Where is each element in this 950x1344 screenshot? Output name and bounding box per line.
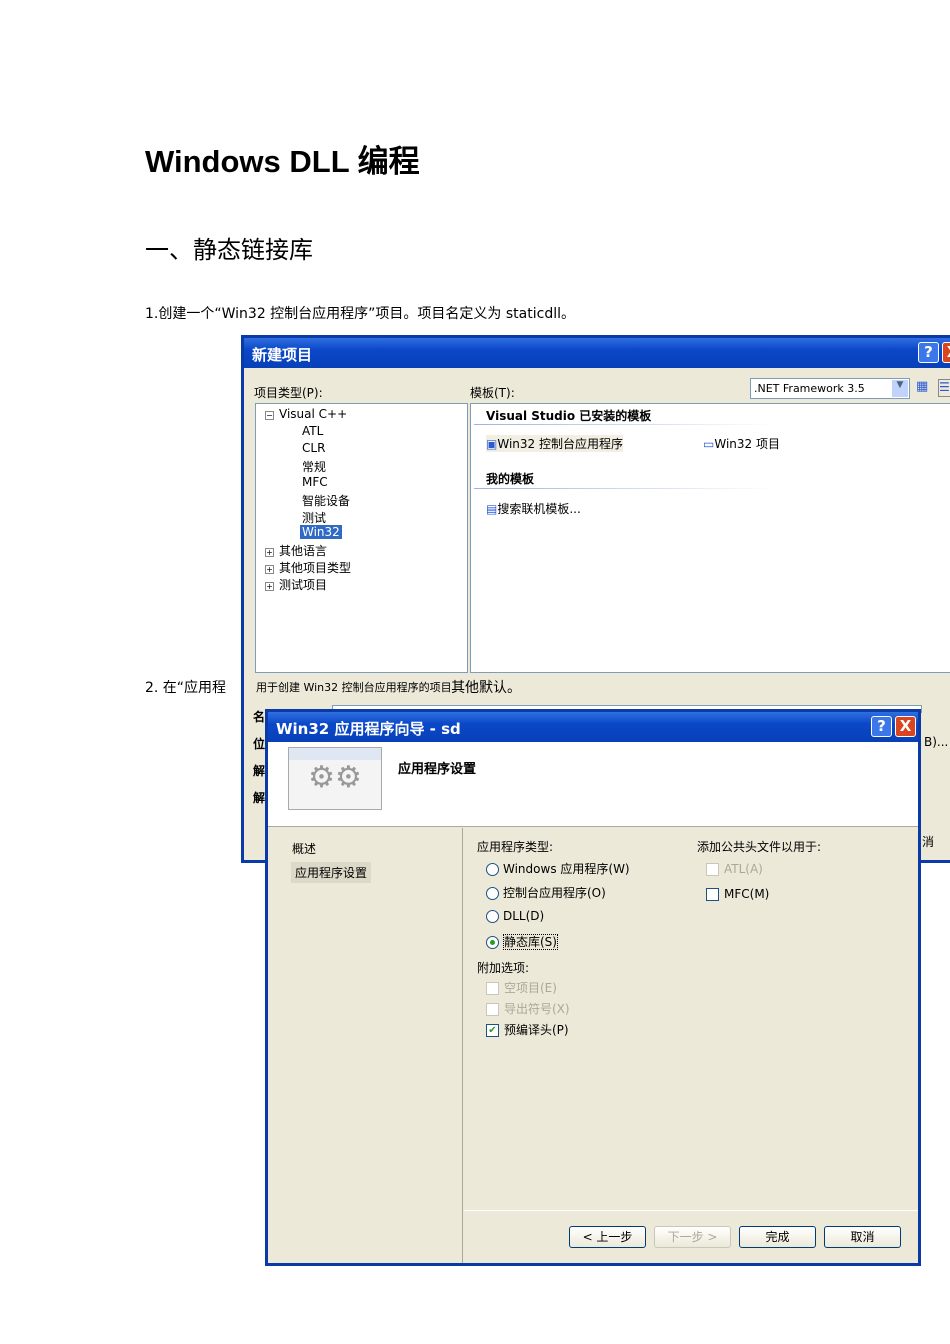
finish-button[interactable]: 完成	[739, 1226, 816, 1248]
console-app-icon: ▣	[486, 437, 498, 451]
divider	[474, 488, 774, 489]
tree-label: Visual C++	[279, 407, 348, 421]
browse-button[interactable]: B)...	[924, 735, 948, 749]
tree-item-selected[interactable]: Win32	[300, 525, 342, 539]
template-win32-project[interactable]: ▭Win32 项目	[703, 435, 780, 452]
templates-panel: Visual Studio 已安装的模板 ▣Win32 控制台应用程序 ▭Win…	[470, 403, 950, 673]
tree-item[interactable]: ATL	[302, 424, 323, 438]
chevron-down-icon: ▼	[892, 380, 908, 397]
search-online-templates[interactable]: ▤搜索联机模板...	[486, 500, 581, 517]
checkbox-label: 空项目(E)	[504, 981, 557, 995]
radio-windows-app[interactable]: Windows 应用程序(W)	[486, 860, 630, 877]
tree-label: 其他语言	[279, 544, 328, 558]
cancel-button[interactable]: 消	[922, 833, 934, 850]
framework-select[interactable]: .NET Framework 3.5 ▼	[750, 378, 910, 399]
dialog-title: Win32 应用程序向导 - sd	[276, 720, 461, 738]
extra-options-label: 附加选项:	[477, 961, 530, 975]
radio-label: 控制台应用程序(O)	[503, 886, 606, 900]
checkbox-label: 导出符号(X)	[504, 1002, 570, 1016]
my-templates-heading: 我的模板	[486, 472, 535, 486]
cancel-button[interactable]: 取消	[824, 1226, 901, 1248]
step-2-start: 2. 在“应用程	[145, 680, 227, 696]
template-label: Win32 控制台应用程序	[497, 437, 623, 451]
expand-icon[interactable]: +	[265, 565, 274, 574]
expand-icon[interactable]: +	[265, 582, 274, 591]
nav-app-settings[interactable]: 应用程序设置	[291, 862, 372, 883]
tree-item[interactable]: 测试	[302, 509, 326, 526]
checkbox-empty-project[interactable]: 空项目(E)	[486, 979, 557, 996]
divider	[474, 424, 774, 425]
checkbox-label: MFC(M)	[724, 887, 770, 901]
radio-static-lib[interactable]: 静态库(S)	[486, 933, 558, 950]
win32-wizard-dialog: Win32 应用程序向导 - sd ? X ⚙⚙ 应用程序设置 概述 应用程序设…	[265, 709, 921, 1266]
section-heading: 一、静态链接库	[145, 236, 313, 264]
check-icon: ✔	[486, 1024, 499, 1037]
framework-value: .NET Framework 3.5	[754, 382, 865, 395]
wizard-header: ⚙⚙ 应用程序设置	[268, 742, 918, 827]
tree-item[interactable]: + 其他项目类型	[265, 559, 351, 576]
tree-item[interactable]: + 其他语言	[265, 542, 327, 559]
solution-label: 解	[253, 764, 266, 778]
common-headers-label: 添加公共头文件以用于:	[697, 840, 822, 854]
project-types-label: 项目类型(P):	[254, 386, 323, 400]
tree-item[interactable]: + 测试项目	[265, 576, 327, 593]
collapse-icon[interactable]: −	[265, 411, 274, 420]
step-1: 1.创建一个“Win32 控制台应用程序”项目。项目名定义为 staticdll…	[145, 306, 575, 322]
templates-label: 模板(T):	[470, 386, 515, 400]
radio-dll[interactable]: DLL(D)	[486, 909, 544, 923]
close-button[interactable]: X	[942, 342, 950, 363]
step-2: 2. 在“应用程 其他默认。	[145, 677, 521, 697]
checkbox-mfc[interactable]: MFC(M)	[706, 887, 769, 901]
back-button[interactable]: < 上一步	[569, 1226, 646, 1248]
radio-console-app[interactable]: 控制台应用程序(O)	[486, 884, 606, 901]
location-label: 位	[253, 737, 266, 751]
wizard-heading: 应用程序设置	[398, 762, 477, 777]
close-button[interactable]: X	[895, 716, 916, 737]
checkbox-export-symbols[interactable]: 导出符号(X)	[486, 1000, 570, 1017]
app-type-label: 应用程序类型:	[477, 840, 554, 854]
help-button[interactable]: ?	[871, 716, 892, 737]
expand-icon[interactable]: +	[265, 548, 274, 557]
tree-item[interactable]: CLR	[302, 441, 325, 455]
title-bar: 新建项目	[244, 338, 950, 368]
tree-label: 测试项目	[279, 578, 328, 592]
checkbox-atl[interactable]: ATL(A)	[706, 862, 763, 876]
search-template-icon: ▤	[486, 502, 498, 516]
step-2-end: 其他默认。	[451, 680, 522, 696]
dialog-title: 新建项目	[252, 346, 313, 364]
radio-label: 静态库(S)	[503, 934, 558, 950]
window-app-icon: ▭	[703, 437, 715, 451]
project-types-tree: − Visual C++ ATL CLR 常规 MFC 智能设备 测试 Win32…	[255, 403, 468, 673]
radio-label: DLL(D)	[503, 909, 545, 923]
solution-name-label: 解	[253, 791, 266, 805]
divider	[462, 828, 463, 1263]
checkbox-label: ATL(A)	[724, 862, 763, 876]
title-bar: Win32 应用程序向导 - sd	[268, 712, 918, 742]
radio-label: Windows 应用程序(W)	[503, 862, 630, 876]
large-icons-view-icon[interactable]: ▦	[916, 379, 934, 397]
tree-item[interactable]: − Visual C++	[265, 407, 347, 421]
doc-title: Windows DLL 编程	[145, 144, 420, 179]
template-label: Win32 项目	[714, 437, 780, 451]
next-button[interactable]: 下一步 >	[654, 1226, 731, 1248]
name-label: 名	[253, 710, 266, 724]
checkbox-label: 预编译头(P)	[504, 1023, 569, 1037]
tree-item[interactable]: 智能设备	[302, 492, 350, 509]
tree-item[interactable]: MFC	[302, 475, 328, 489]
gears-icon: ⚙⚙	[288, 747, 382, 810]
template-win32-console[interactable]: ▣Win32 控制台应用程序	[486, 435, 623, 452]
tree-label: 其他项目类型	[279, 561, 352, 575]
tree-item[interactable]: 常规	[302, 458, 326, 475]
checkbox-precompiled-header[interactable]: ✔ 预编译头(P)	[486, 1021, 569, 1038]
nav-overview[interactable]: 概述	[292, 840, 316, 857]
list-view-icon[interactable]: ☰	[938, 379, 950, 397]
divider	[464, 1210, 918, 1211]
search-label: 搜索联机模板...	[497, 502, 581, 516]
installed-templates-heading: Visual Studio 已安装的模板	[486, 409, 652, 423]
help-button[interactable]: ?	[918, 342, 939, 363]
